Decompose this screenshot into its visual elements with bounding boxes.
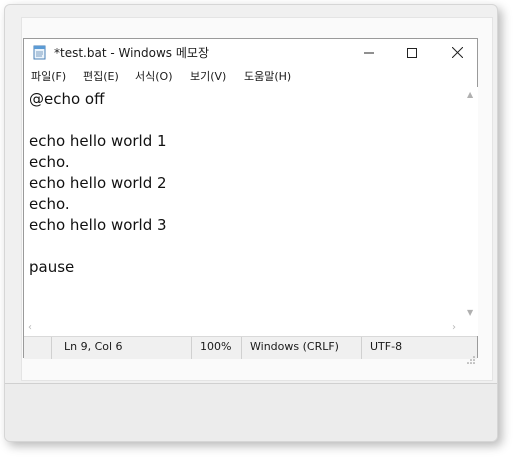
minimize-button[interactable] — [346, 39, 392, 65]
scroll-up-icon[interactable]: ▲ — [467, 90, 473, 99]
editor-line: echo hello world 2 — [29, 174, 167, 192]
editor-line: echo. — [29, 153, 70, 171]
vertical-scrollbar[interactable]: ▲ ▼ — [464, 87, 478, 322]
maximize-icon — [407, 43, 417, 62]
status-bar: Ln 9, Col 6 100% Windows (CRLF) UTF-8 — [24, 336, 477, 364]
close-icon — [451, 43, 463, 62]
editor-line: echo hello world 1 — [29, 132, 167, 150]
scroll-right-icon[interactable]: › — [452, 322, 456, 333]
menu-bar: 파일(F) 편집(E) 서식(O) 보기(V) 도움말(H) — [24, 66, 477, 86]
text-editor[interactable]: @echo off echo hello world 1 echo. echo … — [24, 87, 464, 322]
minimize-icon — [364, 43, 374, 62]
window-title: *test.bat - Windows 메모장 — [54, 46, 209, 60]
menu-file[interactable]: 파일(F) — [31, 68, 66, 84]
scrollbar-corner — [464, 322, 478, 336]
scroll-down-icon[interactable]: ▼ — [467, 308, 473, 317]
status-encoding: UTF-8 — [361, 337, 461, 359]
notepad-window: *test.bat - Windows 메모장 파일(F) 편집(E) 서식(O… — [23, 38, 478, 364]
editor-line: pause — [29, 258, 75, 276]
editor-line: echo hello world 3 — [29, 216, 167, 234]
frame-lower-panel — [5, 383, 497, 441]
menu-format[interactable]: 서식(O) — [135, 68, 172, 84]
status-line-ending: Windows (CRLF) — [241, 337, 361, 359]
editor-line: echo. — [29, 195, 70, 213]
close-button[interactable] — [434, 39, 480, 65]
maximize-button[interactable] — [389, 39, 435, 65]
notepad-icon — [33, 44, 47, 60]
title-bar[interactable]: *test.bat - Windows 메모장 — [24, 39, 477, 65]
status-zoom: 100% — [191, 337, 241, 359]
scroll-left-icon[interactable]: ‹ — [28, 322, 32, 333]
menu-view[interactable]: 보기(V) — [190, 68, 226, 84]
menu-help[interactable]: 도움말(H) — [244, 68, 291, 84]
resize-grip-icon[interactable] — [467, 349, 475, 364]
editor-line: @echo off — [29, 90, 105, 108]
status-cursor-position: Ln 9, Col 6 — [51, 337, 191, 359]
horizontal-scrollbar[interactable]: ‹ › — [24, 322, 464, 336]
menu-edit[interactable]: 편집(E) — [83, 68, 119, 84]
